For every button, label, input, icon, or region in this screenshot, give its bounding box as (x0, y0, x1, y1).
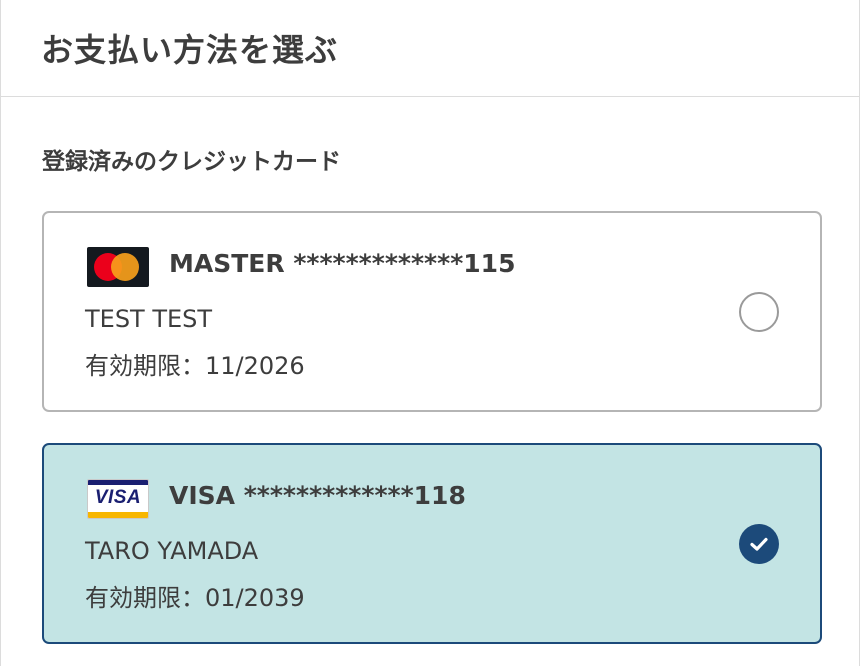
saved-cards-section-title: 登録済みのクレジットカード (42, 149, 341, 175)
checkmark-icon (750, 537, 768, 551)
page-header: お支払い方法を選ぶ (1, 0, 859, 97)
card-expiry: 有効期限：11/2026 (85, 352, 305, 380)
payment-method-page: お支払い方法を選ぶ 登録済みのクレジットカード MASTER *********… (0, 0, 860, 666)
card-number-label: MASTER *************115 (169, 249, 516, 278)
card-holder-name: TEST TEST (85, 305, 213, 333)
card-option-master[interactable]: MASTER *************115 TEST TEST 有効期限：1… (42, 211, 822, 412)
card-expiry: 有効期限：01/2039 (85, 584, 305, 612)
mastercard-logo-icon (87, 247, 149, 287)
visa-logo-text: VISA (94, 487, 142, 508)
visa-logo-icon: VISA (87, 479, 149, 519)
card-number-label: VISA *************118 (169, 481, 466, 510)
card-holder-name: TARO YAMADA (85, 537, 259, 565)
card-select-radio[interactable] (739, 524, 779, 564)
page-title: お支払い方法を選ぶ (41, 31, 339, 69)
card-select-radio[interactable] (739, 292, 779, 332)
card-option-visa[interactable]: VISA VISA *************118 TARO YAMADA 有… (42, 443, 822, 644)
